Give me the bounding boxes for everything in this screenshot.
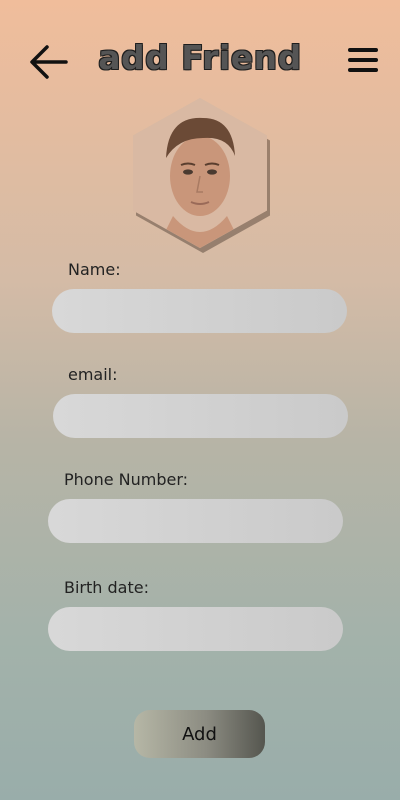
menu-button[interactable] xyxy=(348,48,378,76)
email-input[interactable] xyxy=(53,394,348,438)
birth-date-input[interactable] xyxy=(48,607,343,651)
email-label: email: xyxy=(68,365,118,384)
phone-input[interactable] xyxy=(48,499,343,543)
hamburger-menu-icon xyxy=(348,48,378,52)
add-button[interactable]: Add xyxy=(134,710,265,758)
name-label: Name: xyxy=(68,260,121,279)
phone-label: Phone Number: xyxy=(64,470,189,489)
page-title: add Friend xyxy=(98,38,302,77)
avatar[interactable] xyxy=(133,98,270,253)
birth-date-label: Birth date: xyxy=(64,578,149,597)
name-input[interactable] xyxy=(52,289,347,333)
